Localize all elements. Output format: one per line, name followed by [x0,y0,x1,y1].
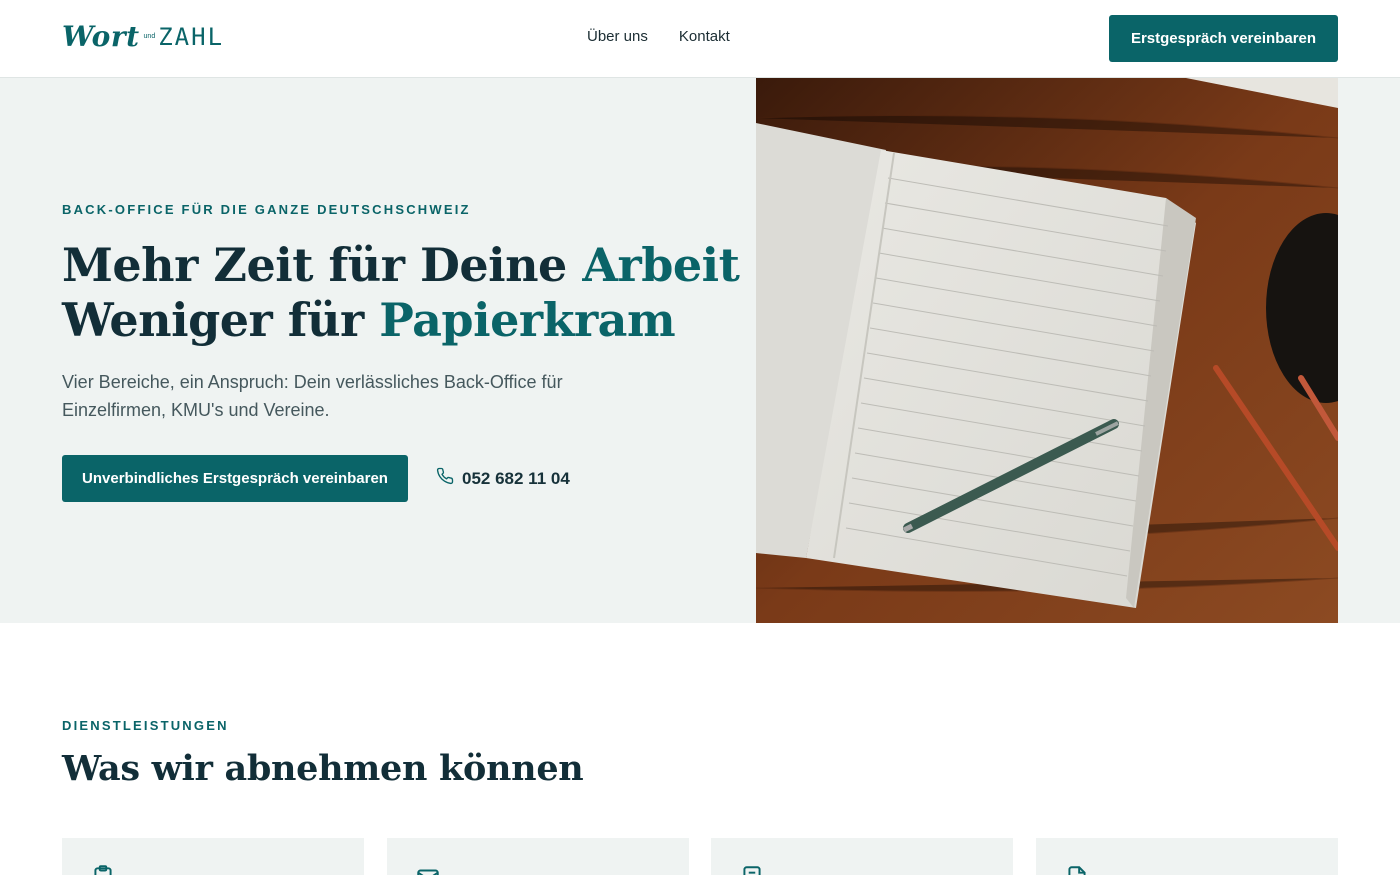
phone-icon [436,467,454,490]
nav-item-ueber-uns[interactable]: Über uns [587,28,648,45]
headline-line2-prefix: Weniger für [62,293,380,347]
headline-line1-accent: Arbeit [582,238,740,292]
main-nav: Über uns Kontakt [587,28,730,45]
hero-eyebrow: BACK-OFFICE FÜR DIE GANZE DEUTSCHSCHWEIZ [62,202,471,217]
phone-number: 052 682 11 04 [462,468,570,488]
hero-section: BACK-OFFICE FÜR DIE GANZE DEUTSCHSCHWEIZ… [0,78,1400,623]
hero-headline: Mehr Zeit für Deine Arbeit Weniger für P… [62,238,740,348]
service-card-1[interactable] [62,838,364,875]
service-card-4[interactable] [1036,838,1338,875]
logo-word-wort: Wort [62,20,140,53]
logo-word-und: und [143,33,156,40]
hero-cta-button[interactable]: Unverbindliches Erstgespräch vereinbaren [62,455,408,502]
hero-image [756,78,1338,623]
headline-line2-accent: Papierkram [379,293,676,347]
phone-link[interactable]: 052 682 11 04 [436,467,570,490]
service-card-2[interactable] [387,838,689,875]
brand-logo[interactable]: Wort und ZAHL [62,18,224,52]
nav-item-kontakt[interactable]: Kontakt [679,28,730,45]
services-title: Was wir abnehmen können [62,748,584,789]
site-header: Wort und ZAHL Über uns Kontakt Erstgespr… [0,0,1400,78]
headline-line1-prefix: Mehr Zeit für Deine [62,238,583,292]
services-eyebrow: DIENSTLEISTUNGEN [62,718,229,733]
hero-lead-text: Vier Bereiche, ein Anspruch: Dein verläs… [62,372,563,420]
service-card-3[interactable] [711,838,1013,875]
logo-word-zahl: ZAHL [158,23,225,51]
header-cta-button[interactable]: Erstgespräch vereinbaren [1109,15,1338,62]
